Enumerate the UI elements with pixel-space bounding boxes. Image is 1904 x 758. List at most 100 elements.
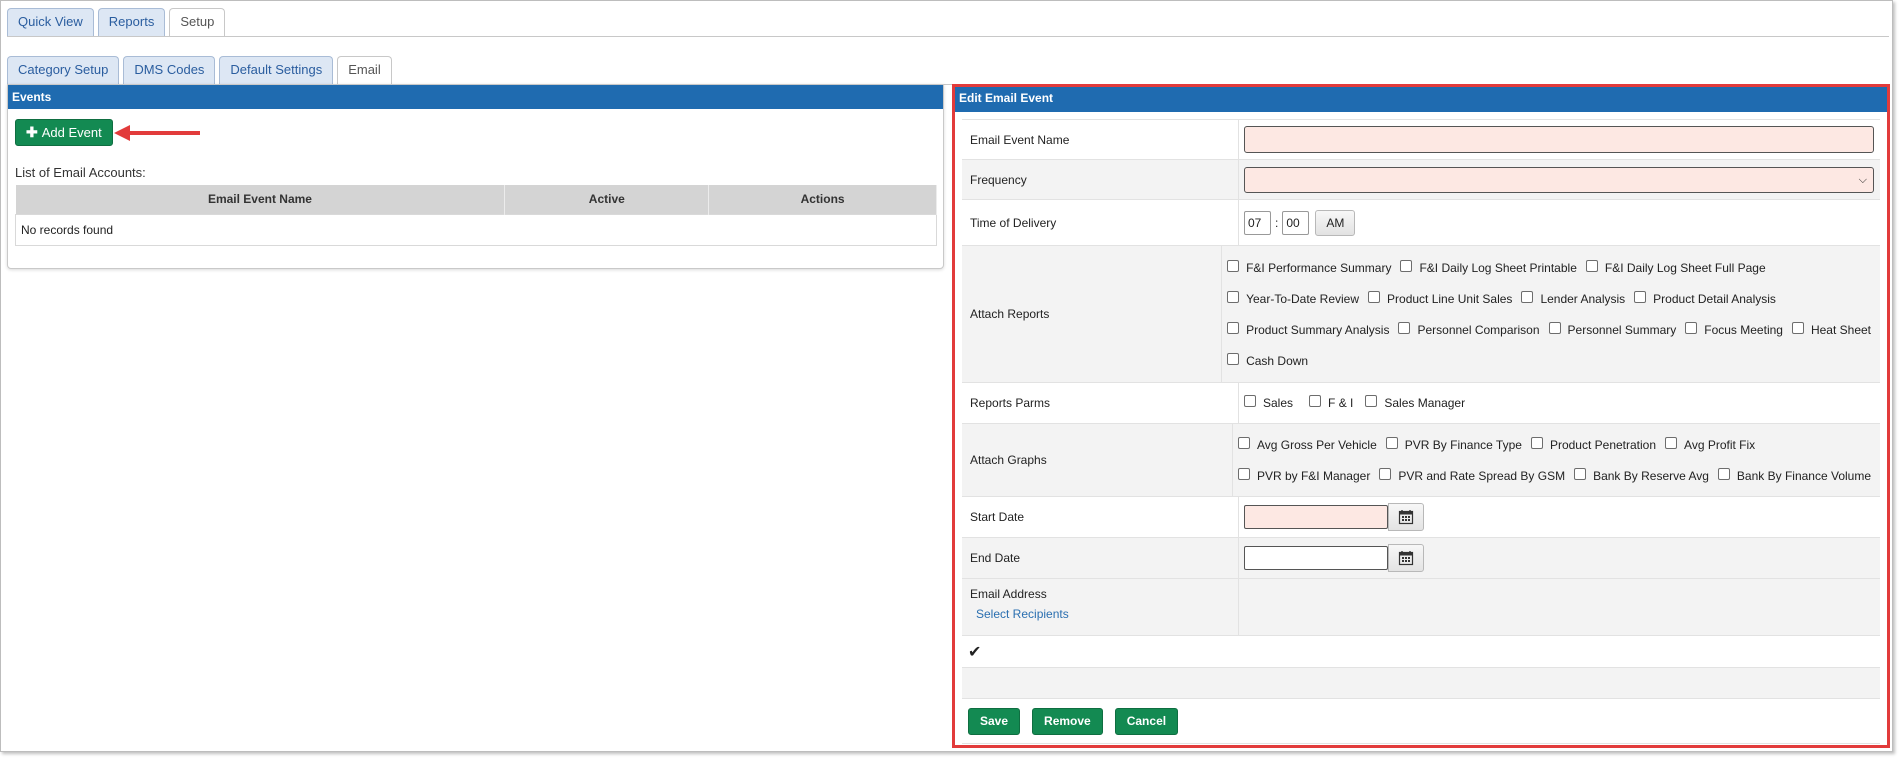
checkbox-label: Product Summary Analysis (1246, 322, 1390, 337)
checkbox-label: Year-To-Date Review (1246, 291, 1360, 306)
event-name-input[interactable] (1244, 126, 1874, 153)
checkbox-box[interactable] (1365, 395, 1378, 407)
start-date-label: Start Date (962, 497, 1239, 537)
checkbox-box[interactable] (1634, 290, 1647, 303)
tab-reports[interactable]: Reports (97, 8, 166, 36)
checkbox-label: Bank By Finance Volume (1736, 468, 1871, 483)
checkbox-avg-profit-fix[interactable]: Avg Profit Fix (1665, 436, 1755, 452)
checkbox-sales-manager[interactable]: Sales Manager (1365, 395, 1466, 410)
attach-graphs-label: Attach Graphs (962, 424, 1233, 496)
end-date-calendar-button[interactable] (1388, 544, 1424, 572)
checkbox-personnel-summary[interactable]: Personnel Summary (1548, 321, 1676, 337)
row-attach-graphs: Attach Graphs Avg Gross Per Vehicle PVR … (962, 423, 1880, 496)
checkbox-box[interactable] (1237, 436, 1250, 449)
calendar-icon (1398, 551, 1414, 566)
select-recipients-link[interactable]: Select Recipients (976, 607, 1238, 621)
checkbox-box[interactable] (1227, 321, 1240, 334)
checkbox-focus-meeting[interactable]: Focus Meeting (1685, 321, 1783, 337)
checkbox-box[interactable] (1385, 436, 1398, 449)
checkbox-box[interactable] (1379, 467, 1392, 480)
checkbox-bank-by-reserve-avg[interactable]: Bank By Reserve Avg (1574, 467, 1709, 483)
tab-category-setup[interactable]: Category Setup (7, 56, 120, 84)
add-event-label: Add Event (41, 125, 102, 140)
checkbox-fi-daily-log-sheet-printable[interactable]: F&I Daily Log Sheet Printable (1400, 259, 1577, 275)
row-event-name: Email Event Name (962, 119, 1880, 159)
checkbox-cash-down[interactable]: Cash Down (1227, 352, 1308, 368)
checkbox-pvr-by-finance-type[interactable]: PVR By Finance Type (1385, 436, 1522, 452)
checkbox-pvr-and-rate-spread-by-gsm[interactable]: PVR and Rate Spread By GSM (1379, 467, 1565, 483)
checkbox-box[interactable] (1309, 395, 1322, 407)
remove-button[interactable]: Remove (1032, 707, 1103, 735)
checkbox-box[interactable] (1368, 290, 1381, 303)
checkbox-label: Sales Manager (1384, 396, 1466, 410)
checkbox-heat-sheet[interactable]: Heat Sheet (1791, 321, 1871, 337)
checkbox-sales[interactable]: Sales (1244, 395, 1293, 410)
row-start-date: Start Date (962, 496, 1880, 537)
checkbox-box[interactable] (1585, 259, 1598, 272)
checkbox-label: F&I Daily Log Sheet Full Page (1604, 260, 1766, 275)
column-header-event-name[interactable]: Email Event Name (15, 185, 506, 214)
reports-row-2: Year-To-Date Review Product Line Unit Sa… (1227, 283, 1880, 314)
checkbox-box[interactable] (1227, 352, 1240, 365)
checkbox-lender-analysis[interactable]: Lender Analysis (1521, 290, 1625, 306)
checkbox-box[interactable] (1227, 290, 1240, 303)
checkbox-label: F&I Performance Summary (1246, 260, 1392, 275)
end-date-input[interactable] (1244, 546, 1388, 570)
cancel-button[interactable]: Cancel (1114, 707, 1179, 735)
checkbox-box[interactable] (1244, 395, 1256, 407)
end-date-label: End Date (962, 538, 1239, 578)
checkbox-box[interactable] (1685, 321, 1698, 334)
checkbox-product-detail-analysis[interactable]: Product Detail Analysis (1634, 290, 1776, 306)
am-pm-toggle[interactable]: AM (1315, 209, 1356, 236)
checkbox-label: Product Penetration (1549, 437, 1657, 452)
checkbox-box[interactable] (1521, 290, 1534, 303)
parms-row: Sales F & I Sales Manager (1244, 388, 1880, 419)
row-attach-reports: Attach Reports F&I Performance Summary F… (962, 245, 1880, 382)
checkbox-fi-daily-log-sheet-full-page[interactable]: F&I Daily Log Sheet Full Page (1585, 259, 1766, 275)
tab-email[interactable]: Email (337, 56, 392, 85)
checkbox-label: Bank By Reserve Avg (1593, 468, 1709, 483)
event-name-label: Email Event Name (962, 120, 1239, 159)
add-event-button[interactable]: ✚ Add Event (15, 119, 113, 146)
checkbox-box[interactable] (1548, 321, 1561, 334)
checkbox-bank-by-finance-volume[interactable]: Bank By Finance Volume (1717, 467, 1871, 483)
minute-input[interactable]: 00 (1282, 210, 1310, 235)
tab-dms-codes[interactable]: DMS Codes (123, 56, 216, 84)
checkbox-f-and-i[interactable]: F & I (1309, 395, 1353, 410)
start-date-input[interactable] (1244, 505, 1388, 529)
frequency-select[interactable]: ⌵ (1244, 166, 1874, 193)
tab-default-settings[interactable]: Default Settings (219, 56, 334, 84)
time-separator: : (1275, 215, 1279, 230)
checkbox-year-to-date-review[interactable]: Year-To-Date Review (1227, 290, 1360, 306)
checkbox-product-line-unit-sales[interactable]: Product Line Unit Sales (1368, 290, 1512, 306)
calendar-icon (1398, 510, 1414, 525)
checkmark-icon: ✔ (968, 643, 982, 661)
checkbox-box[interactable] (1398, 321, 1411, 334)
table-row: No records found (15, 213, 937, 246)
tab-setup[interactable]: Setup (169, 8, 226, 37)
checkbox-box[interactable] (1237, 467, 1250, 480)
checkbox-product-penetration[interactable]: Product Penetration (1530, 436, 1657, 452)
checkbox-box[interactable] (1717, 467, 1730, 480)
hour-input[interactable]: 07 (1244, 210, 1271, 235)
checkbox-avg-gross-per-vehicle[interactable]: Avg Gross Per Vehicle (1237, 436, 1377, 452)
edit-email-event-highlight: Edit Email Event Email Event Name Freque… (952, 84, 1890, 748)
checkbox-box[interactable] (1400, 259, 1413, 272)
save-button[interactable]: Save (968, 707, 1021, 735)
column-header-active[interactable]: Active (504, 185, 710, 214)
row-spacer (962, 667, 1880, 698)
checkbox-fi-performance-summary[interactable]: F&I Performance Summary (1227, 259, 1392, 275)
start-date-calendar-button[interactable] (1388, 503, 1424, 531)
reports-row-1: F&I Performance Summary F&I Daily Log Sh… (1227, 252, 1880, 283)
list-of-email-accounts-label: List of Email Accounts: (15, 165, 146, 180)
events-table: Email Event Name Active Actions No recor… (15, 185, 937, 246)
checkbox-box[interactable] (1574, 467, 1587, 480)
checkbox-pvr-by-fi-manager[interactable]: PVR by F&I Manager (1237, 467, 1370, 483)
tab-quick-view[interactable]: Quick View (7, 8, 94, 36)
checkbox-product-summary-analysis[interactable]: Product Summary Analysis (1227, 321, 1390, 337)
checkbox-box[interactable] (1227, 259, 1240, 272)
checkbox-box[interactable] (1665, 436, 1678, 449)
checkbox-box[interactable] (1530, 436, 1543, 449)
checkbox-personnel-comparison[interactable]: Personnel Comparison (1398, 321, 1540, 337)
checkbox-box[interactable] (1791, 321, 1804, 334)
